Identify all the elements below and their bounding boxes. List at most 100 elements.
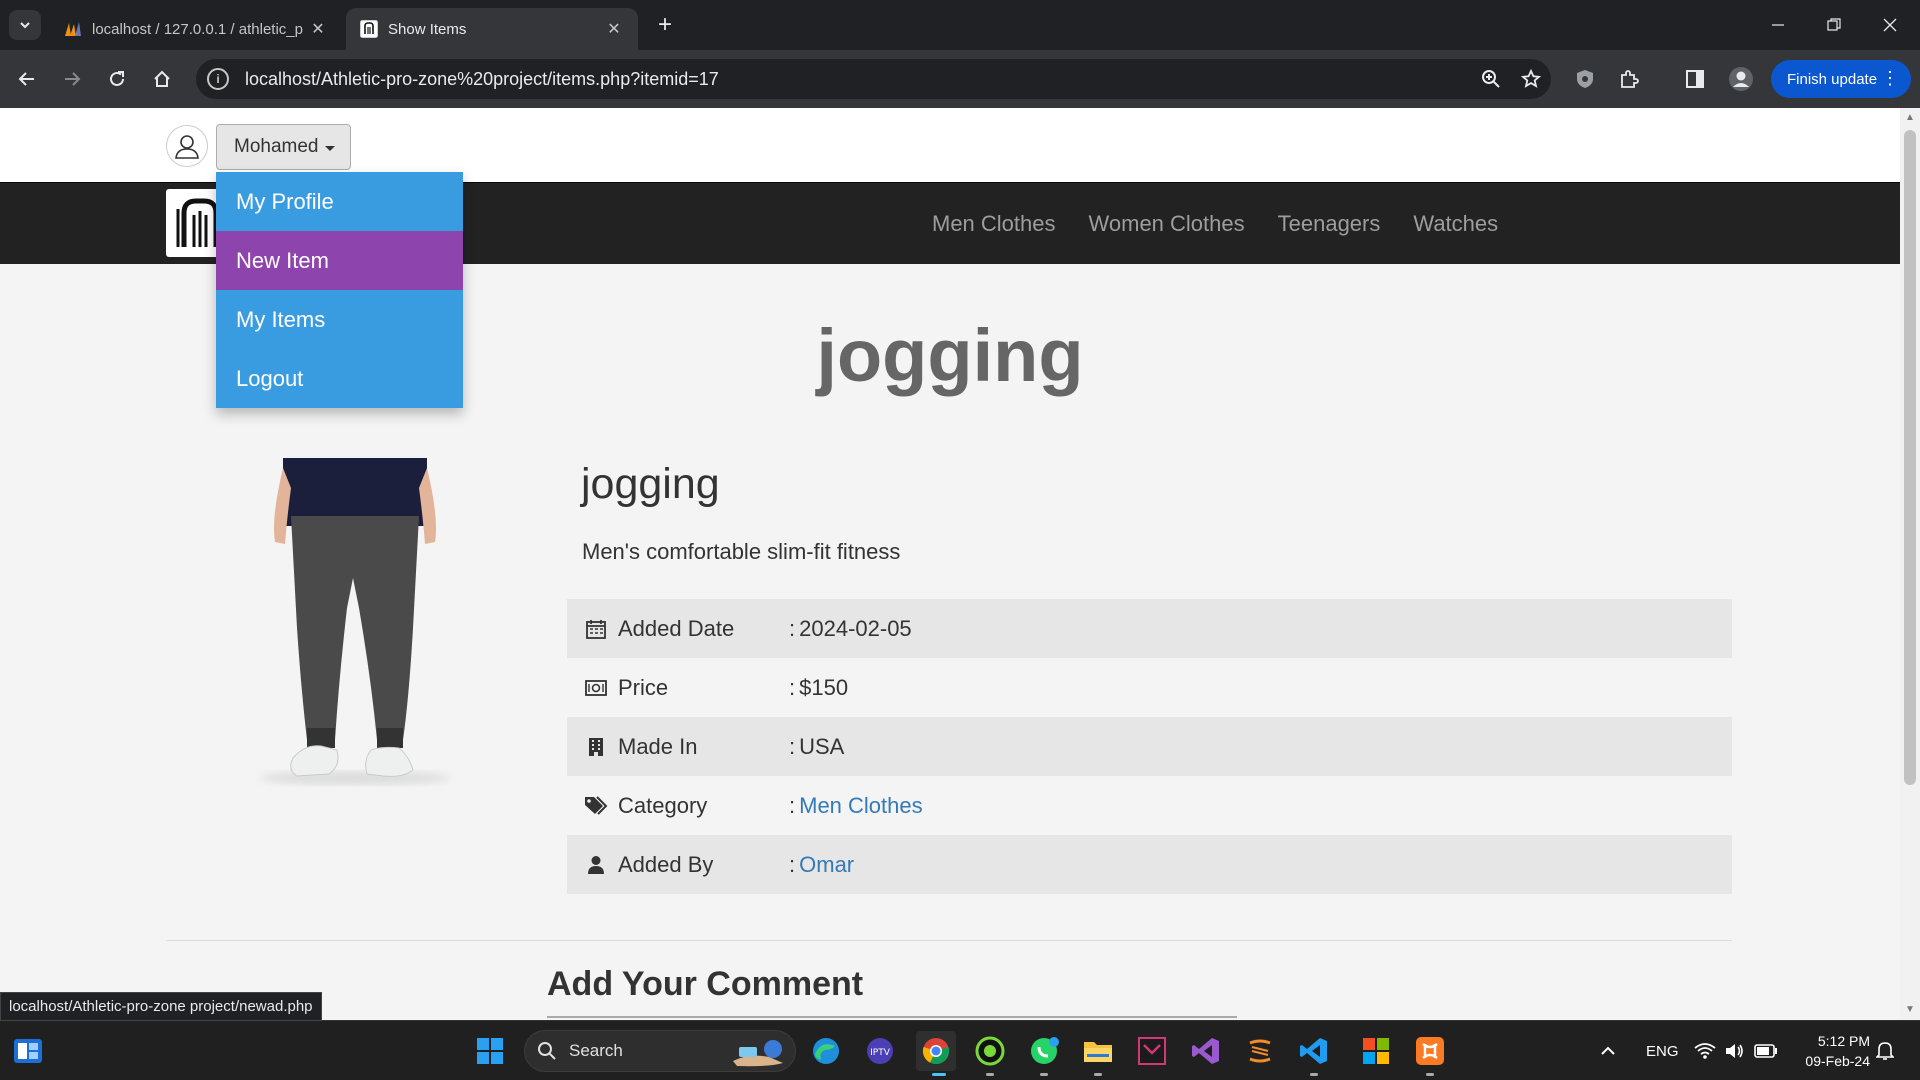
language-indicator[interactable]: ENG	[1646, 1021, 1679, 1080]
upper-bar: Mohamed	[0, 108, 1900, 182]
finish-update-button[interactable]: Finish update ⋮	[1771, 60, 1911, 98]
menu-item-logout[interactable]: Logout	[216, 349, 463, 408]
bookmark-star-icon[interactable]	[1511, 59, 1551, 99]
back-button[interactable]	[12, 64, 42, 94]
taskbar-clock[interactable]: 5:12 PM 09-Feb-24	[1790, 1031, 1870, 1071]
menu-item-my-items[interactable]: My Items	[216, 290, 463, 349]
sublime-icon[interactable]	[1240, 1031, 1280, 1071]
search-highlight-icon	[733, 1040, 783, 1067]
restore-icon	[1827, 18, 1841, 31]
property-label: Made In	[618, 733, 698, 759]
property-separator: :	[789, 733, 796, 759]
tab-search-button[interactable]	[9, 10, 41, 40]
zoom-icon[interactable]	[1471, 59, 1511, 99]
property-row-added-date: Added Date : 2024-02-05	[567, 599, 1732, 658]
profile-avatar-icon[interactable]	[1726, 64, 1756, 94]
user-dropdown-button[interactable]: Mohamed	[216, 124, 351, 170]
battery-icon[interactable]	[1754, 1021, 1778, 1080]
property-label: Added Date	[618, 615, 735, 641]
minimize-button[interactable]	[1750, 0, 1806, 50]
property-separator: :	[789, 674, 796, 700]
colorful-app-icon[interactable]	[1356, 1031, 1396, 1071]
property-value: $150	[799, 674, 849, 700]
wifi-icon[interactable]	[1694, 1021, 1716, 1080]
restore-button[interactable]	[1806, 0, 1862, 50]
volume-icon[interactable]	[1724, 1021, 1744, 1080]
rider-icon[interactable]	[1132, 1031, 1172, 1071]
site-favicon-icon	[360, 20, 378, 38]
divider	[166, 940, 1732, 941]
site-info-icon[interactable]: i	[207, 68, 229, 90]
extensions-puzzle-icon[interactable]	[1614, 64, 1644, 94]
property-value: USA	[799, 733, 845, 759]
side-panel-icon[interactable]	[1680, 64, 1710, 94]
property-value: 2024-02-05	[799, 615, 912, 641]
item-info: jogging Men's comfortable slim-fit fitne…	[567, 460, 1732, 894]
category-nav: Men Clothes Women Clothes Teenagers Watc…	[932, 211, 1531, 237]
minimize-icon	[1772, 24, 1784, 26]
running-app-indicator	[986, 1073, 994, 1076]
notification-bell-icon[interactable]	[1876, 1021, 1894, 1080]
close-window-button[interactable]	[1862, 0, 1918, 50]
address-bar[interactable]: i localhost/Athletic-pro-zone%20project/…	[196, 59, 1551, 99]
start-windows-icon[interactable]	[470, 1031, 510, 1071]
clock-date: 09-Feb-24	[1805, 1053, 1870, 1069]
property-label: Added By	[618, 851, 714, 877]
visual-studio-icon[interactable]	[1186, 1031, 1226, 1071]
chrome-icon[interactable]	[916, 1031, 956, 1071]
menu-item-my-profile[interactable]: My Profile	[216, 172, 463, 231]
money-icon	[584, 676, 608, 700]
taskbar-search[interactable]: Search	[524, 1030, 796, 1072]
nav-link-teenagers[interactable]: Teenagers	[1278, 211, 1381, 237]
edge-icon[interactable]	[806, 1031, 846, 1071]
xampp-icon[interactable]	[1410, 1031, 1450, 1071]
property-row-added-by: Added By : Omar	[567, 835, 1732, 894]
property-row-made-in: Made In : USA	[567, 717, 1732, 776]
property-label: Price	[618, 674, 669, 700]
scroll-up-icon[interactable]: ▲	[1904, 112, 1916, 124]
forward-button[interactable]	[57, 64, 87, 94]
address-url[interactable]: localhost/Athletic-pro-zone%20project/it…	[245, 69, 1471, 90]
category-link[interactable]: Men Clothes	[799, 793, 923, 819]
author-link[interactable]: Omar	[799, 852, 854, 878]
new-tab-button[interactable]: +	[650, 10, 680, 40]
link-status-bar: localhost/Athletic-pro-zone project/newa…	[0, 992, 322, 1021]
reload-icon	[110, 71, 124, 86]
whatsapp-icon[interactable]	[1024, 1031, 1064, 1071]
iptv-icon[interactable]: IPTV	[860, 1031, 900, 1071]
reload-button[interactable]	[102, 64, 132, 94]
nav-link-men-clothes[interactable]: Men Clothes	[932, 211, 1056, 237]
shield-extension-icon[interactable]	[1570, 64, 1600, 94]
windows-taskbar: Search IPTV ENG 5:12 PM 09-Feb-24	[0, 1020, 1920, 1080]
home-button[interactable]	[147, 64, 177, 94]
user-dropdown-menu: My Profile New Item My Items Logout	[216, 172, 463, 408]
tab-phpmyadmin[interactable]: localhost / 127.0.0.1 / athletic_p ✕	[50, 8, 342, 50]
nav-link-women-clothes[interactable]: Women Clothes	[1089, 211, 1245, 237]
product-image	[243, 458, 463, 788]
menu-item-new-item[interactable]: New Item	[216, 231, 463, 290]
page-scrollbar[interactable]: ▲ ▼	[1900, 108, 1920, 1020]
search-icon	[538, 1042, 556, 1060]
username-label: Mohamed	[234, 136, 319, 157]
tab-close-icon[interactable]: ✕	[308, 19, 328, 39]
more-menu-icon[interactable]: ⋮	[1881, 68, 1899, 89]
item-properties: Added Date : 2024-02-05 Price : $150 Mad…	[567, 599, 1732, 894]
browser-toolbar: i localhost/Athletic-pro-zone%20project/…	[0, 50, 1920, 108]
vscode-icon[interactable]	[1294, 1031, 1334, 1071]
user-avatar[interactable]	[166, 125, 208, 167]
tray-overflow-icon[interactable]	[1600, 1021, 1616, 1080]
close-icon	[1883, 18, 1897, 32]
file-explorer-icon[interactable]	[1078, 1031, 1118, 1071]
widgets-icon[interactable]	[8, 1031, 48, 1071]
tab-close-icon[interactable]: ✕	[604, 19, 624, 39]
scrollbar-thumb[interactable]	[1904, 130, 1916, 785]
home-icon	[154, 70, 170, 87]
nav-link-watches[interactable]: Watches	[1413, 211, 1498, 237]
scroll-down-icon[interactable]: ▼	[1904, 1004, 1916, 1016]
user-outline-icon	[175, 135, 199, 159]
item-name: jogging	[581, 460, 720, 508]
property-separator: :	[789, 615, 796, 641]
circle-app-icon[interactable]	[970, 1031, 1010, 1071]
running-app-indicator	[1094, 1073, 1102, 1076]
tab-show-items[interactable]: Show Items ✕	[346, 8, 638, 50]
